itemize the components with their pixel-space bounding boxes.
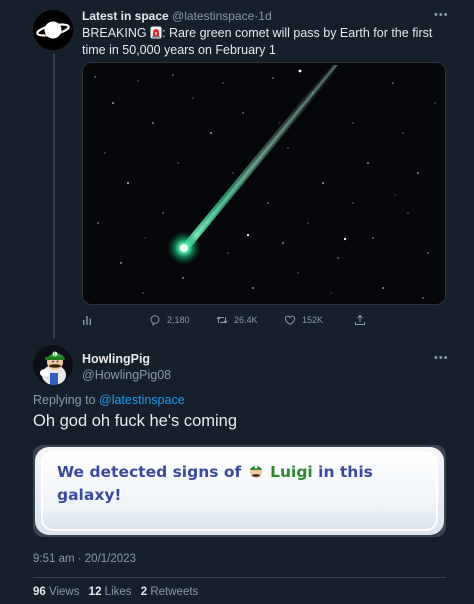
- reply-count: 2,180: [167, 315, 190, 325]
- luigi-avatar-icon: L: [33, 345, 73, 385]
- reply-author-name[interactable]: HowlingPig: [82, 352, 150, 366]
- share-icon: [355, 314, 365, 325]
- galaxy-banner-inner: We detected signs of Luigi in this galax…: [41, 451, 438, 531]
- banner-text: We detected signs of Luigi in this galax…: [57, 461, 427, 507]
- retweet-icon: [216, 316, 228, 324]
- tweet-text: BREAKING : Rare green comet will pass by…: [82, 25, 454, 59]
- replying-to-prefix: Replying to: [33, 393, 100, 407]
- rotating-light-emoji-icon: [150, 26, 162, 39]
- galaxy-banner: We detected signs of Luigi in this galax…: [35, 447, 444, 535]
- howlingpig-avatar[interactable]: L: [33, 345, 73, 385]
- comet-photo[interactable]: [82, 62, 446, 305]
- thread-line: [53, 54, 55, 338]
- reply-icon: [150, 315, 160, 326]
- heart-icon: [284, 315, 296, 326]
- banner-text-part2: in this: [318, 463, 373, 481]
- replying-to-line: Replying to @latestinspace: [33, 393, 185, 407]
- retweets-count: 2: [140, 586, 148, 598]
- analytics-icon: [83, 316, 91, 325]
- likes-label: Likes: [104, 586, 132, 598]
- stats-divider: [33, 577, 446, 578]
- green-comet-image: [83, 63, 445, 304]
- like-button[interactable]: 152K: [284, 314, 323, 326]
- views-label: Views: [49, 586, 80, 598]
- reply-more-options-icon[interactable]: •••: [434, 352, 449, 364]
- reply-stats: 96 Views 12 Likes 2 Retweets: [33, 586, 204, 598]
- luigi-head-icon: [249, 465, 263, 478]
- author-handle[interactable]: @latestinspace: [172, 9, 254, 23]
- banner-text-part1: We detected signs of: [57, 463, 242, 481]
- tweet-actions: 2,180 26.4K 152K: [82, 312, 382, 330]
- svg-text:L: L: [54, 352, 57, 357]
- reply-author-handle[interactable]: @HowlingPig08: [82, 368, 171, 382]
- likes-stat[interactable]: 12 Likes: [89, 586, 132, 598]
- like-count: 152K: [302, 315, 324, 325]
- retweets-stat[interactable]: 2 Retweets: [141, 586, 199, 598]
- tweet-age[interactable]: 1d: [258, 9, 271, 23]
- analytics-button[interactable]: [82, 314, 94, 326]
- views-count: 96: [33, 586, 46, 598]
- reply-text: Oh god oh fuck he's coming: [33, 412, 238, 430]
- retweets-label: Retweets: [150, 586, 199, 598]
- views-stat[interactable]: 96 Views: [33, 586, 79, 598]
- replying-to-mention[interactable]: @latestinspace: [99, 393, 185, 407]
- planet-logo-icon: [33, 10, 73, 50]
- likes-count: 12: [88, 586, 102, 598]
- more-options-icon[interactable]: •••: [434, 9, 449, 21]
- retweet-button[interactable]: 26.4K: [216, 314, 258, 326]
- reply-button[interactable]: 2,180: [149, 314, 190, 326]
- banner-text-luigi: Luigi: [270, 463, 313, 481]
- tweet-text-start: BREAKING: [82, 26, 151, 40]
- tweet-header: Latest in space @latestinspace·1d: [82, 9, 272, 23]
- luigi-meme-image[interactable]: We detected signs of Luigi in this galax…: [33, 445, 446, 537]
- reply-timestamp[interactable]: 9:51 am · 20/1/2023: [33, 553, 136, 565]
- share-button[interactable]: [354, 314, 366, 326]
- retweet-count: 26.4K: [234, 315, 258, 325]
- banner-text-part3: galaxy!: [57, 486, 122, 504]
- author-name[interactable]: Latest in space: [82, 9, 169, 23]
- latestinspace-avatar[interactable]: [33, 10, 73, 50]
